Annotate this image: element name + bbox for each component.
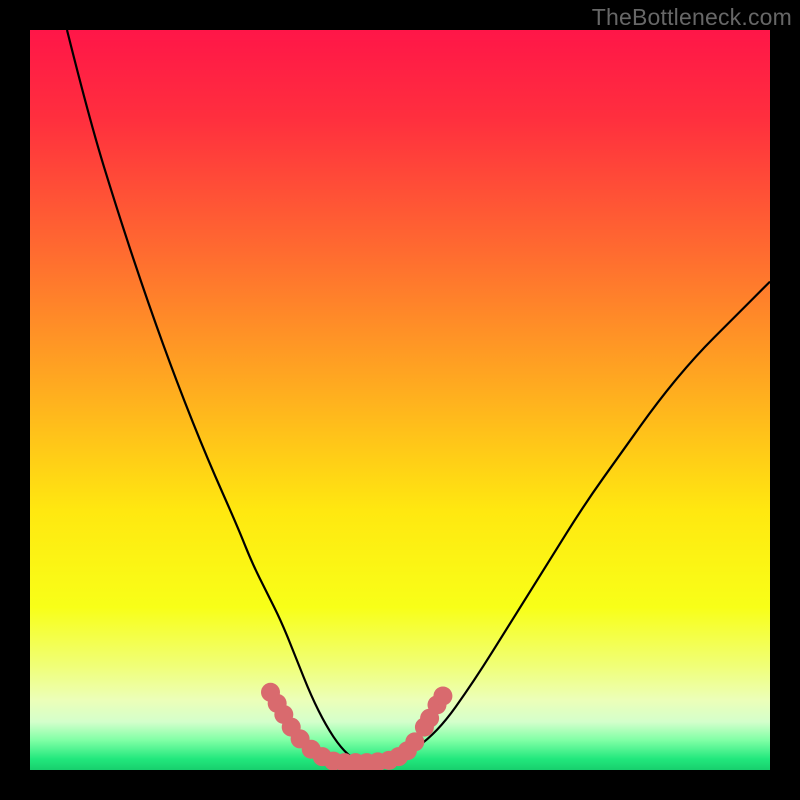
watermark-text: TheBottleneck.com <box>592 4 792 31</box>
curve-marker <box>433 687 452 706</box>
bottleneck-chart <box>30 30 770 770</box>
chart-frame: TheBottleneck.com <box>0 0 800 800</box>
plot-area <box>30 30 770 770</box>
